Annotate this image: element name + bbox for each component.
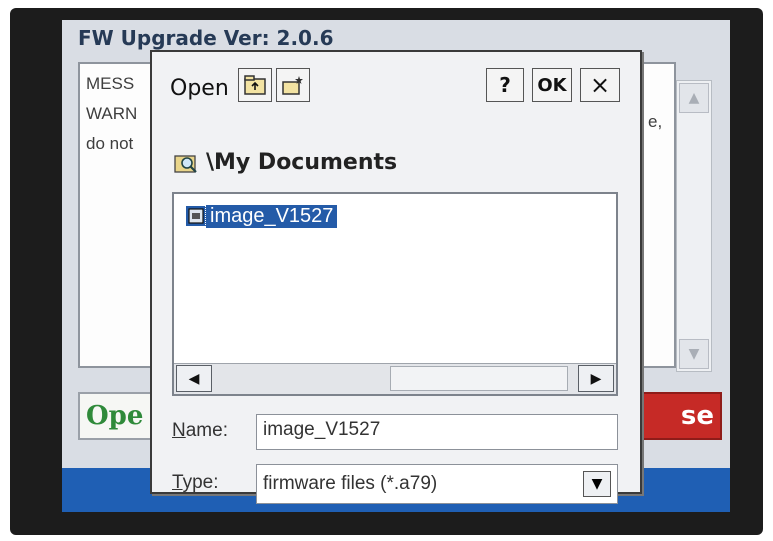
new-folder-button[interactable] (276, 68, 310, 102)
list-item[interactable]: image_V1527 (186, 202, 339, 230)
dialog-title: Open (170, 76, 229, 101)
message-scrollbar[interactable]: ▲ ▼ (676, 80, 712, 372)
file-name: image_V1527 (204, 203, 339, 229)
open-dialog: Open ? OK × \My Documents image_V1527 ◀ … (150, 50, 642, 504)
location-path: \My Documents (206, 150, 398, 175)
dialog-close-button[interactable]: × (580, 68, 620, 102)
left-arrow-icon[interactable]: ◀ (176, 365, 212, 392)
file-icon (186, 206, 206, 226)
new-folder-icon (282, 76, 303, 95)
message-tail: e, (648, 112, 663, 131)
help-button[interactable]: ? (486, 68, 524, 102)
device-screen: FW Upgrade Ver: 2.0.6 MESS WARN do not e… (62, 20, 730, 512)
type-label: Type: (172, 472, 219, 493)
message-line: WARN (86, 104, 138, 123)
name-label: Name: (172, 420, 228, 441)
scroll-up-icon[interactable]: ▲ (679, 83, 709, 113)
message-line: do not (86, 134, 134, 153)
scroll-down-icon[interactable]: ▼ (679, 339, 709, 369)
horizontal-scrollbar[interactable]: ◀ ▶ (174, 363, 616, 394)
message-line: MESS (86, 74, 135, 93)
name-input[interactable]: image_V1527 (256, 414, 618, 450)
up-folder-icon (244, 75, 266, 95)
chevron-down-icon[interactable]: ▼ (583, 471, 611, 497)
app-title: FW Upgrade Ver: 2.0.6 (78, 26, 334, 50)
ok-button[interactable]: OK (532, 68, 572, 102)
folder-search-icon (174, 154, 197, 173)
type-value: firmware files (*.a79) (263, 473, 438, 494)
location-bar: \My Documents (174, 150, 397, 175)
file-list[interactable]: image_V1527 ◀ ▶ (172, 192, 618, 396)
scroll-thumb[interactable] (390, 366, 568, 391)
type-select[interactable]: firmware files (*.a79) ▼ (256, 464, 618, 504)
up-folder-button[interactable] (238, 68, 272, 102)
right-arrow-icon[interactable]: ▶ (578, 365, 614, 392)
